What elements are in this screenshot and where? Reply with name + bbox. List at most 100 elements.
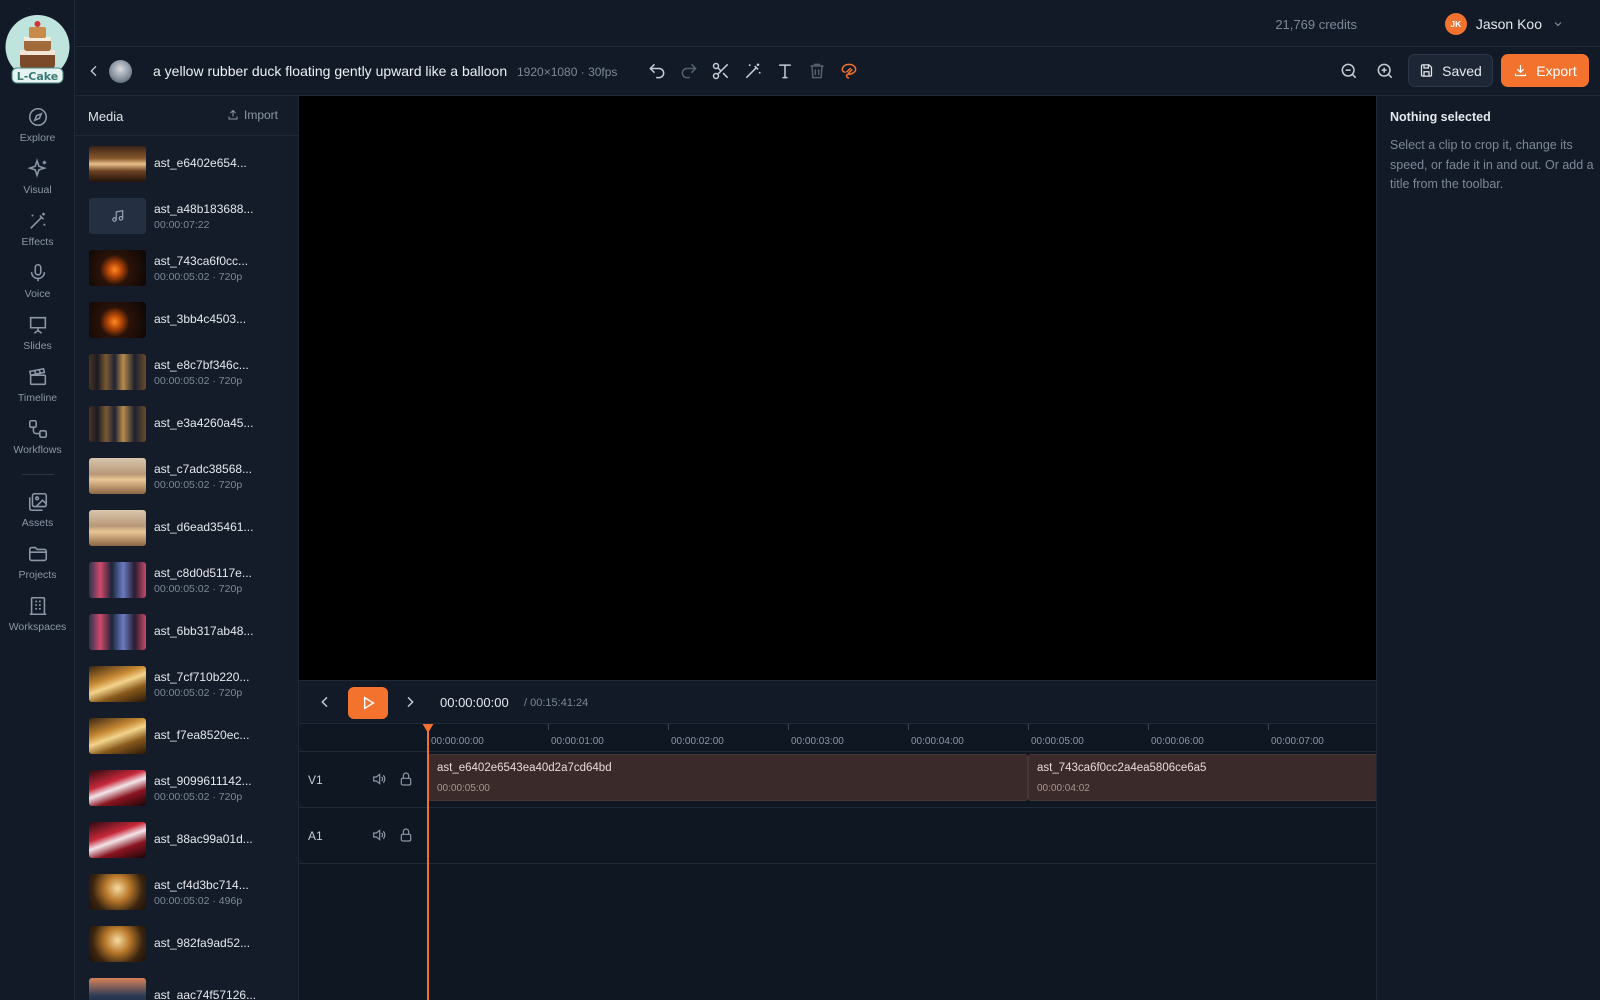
magic-wand-icon: [29, 212, 45, 229]
magic-wand-icon[interactable]: [743, 61, 763, 81]
nav-item-workflows[interactable]: Workflows: [0, 418, 75, 464]
media-item[interactable]: ast_cf4d3bc714... 00:00:05:02 · 496p: [75, 865, 298, 917]
redo-icon[interactable]: [679, 61, 699, 81]
media-item[interactable]: ast_a48b183688... 00:00:07:22: [75, 189, 298, 241]
nav-item-slides[interactable]: Slides: [0, 314, 75, 360]
media-item[interactable]: ast_e3a4260a45...: [75, 397, 298, 449]
lock-icon[interactable]: [398, 771, 414, 787]
media-item-meta: 00:00:05:02 · 720p: [154, 479, 243, 491]
media-item-meta: 00:00:05:02 · 496p: [154, 895, 243, 907]
credits-count: 21,769 credits: [1275, 17, 1357, 32]
ruler-tick: [788, 724, 789, 730]
media-list: ast_e6402e654... ast_a48b183688... 00:00:0…: [75, 137, 298, 1000]
nav-item-projects[interactable]: Projects: [0, 543, 75, 589]
media-item[interactable]: ast_7cf710b220... 00:00:05:02 · 720p: [75, 657, 298, 709]
inspector-title: Nothing selected: [1390, 110, 1491, 124]
saved-button[interactable]: Saved: [1408, 54, 1493, 87]
media-thumbnail: [89, 354, 146, 390]
media-item[interactable]: ast_6bb317ab48...: [75, 605, 298, 657]
nav-item-explore[interactable]: Explore: [0, 106, 75, 152]
media-item-name: ast_e6402e654...: [154, 156, 247, 170]
video-preview[interactable]: [299, 96, 1376, 680]
media-item-name: ast_743ca6f0cc...: [154, 254, 249, 268]
clip-duration: 00:00:05:00: [437, 783, 490, 794]
timeline[interactable]: 00:00:00:00 00:00:01:00 00:00:02:00 00:00:0…: [299, 724, 1376, 1000]
media-item[interactable]: ast_982fa9ad52...: [75, 917, 298, 969]
timeline-ruler[interactable]: 00:00:00:00 00:00:01:00 00:00:02:00 00:00:0…: [299, 724, 1376, 752]
trash-icon[interactable]: [807, 61, 827, 81]
text-icon[interactable]: [775, 61, 795, 81]
sparkles-icon: [26, 158, 47, 178]
lock-icon[interactable]: [398, 827, 414, 843]
lasso-icon[interactable]: [839, 61, 859, 81]
media-item-name: ast_c8d0d5117e...: [154, 566, 252, 580]
avatar: JK: [1444, 13, 1467, 35]
media-thumbnail: [89, 822, 146, 858]
nav-label: Projects: [18, 569, 57, 581]
play-button[interactable]: [348, 687, 388, 719]
nav-item-workspaces[interactable]: Workspaces: [0, 595, 75, 641]
project-title[interactable]: a yellow rubber duck floating gently upw…: [153, 63, 507, 79]
building-icon: [29, 596, 46, 616]
ruler-label: 00:00:03:00: [791, 736, 844, 747]
nav-item-assets[interactable]: Assets: [0, 491, 75, 537]
timeline-clip[interactable]: ast_743ca6f0cc2a4ea5806ce6a5 00:00:04:02: [1028, 754, 1376, 801]
user-name: Jason Koo: [1475, 16, 1542, 32]
media-item[interactable]: ast_c8d0d5117e... 00:00:05:02 · 720p: [75, 553, 298, 605]
l-cake-logo[interactable]: L-Cake: [4, 10, 71, 88]
media-item[interactable]: ast_d6ead35461...: [75, 501, 298, 553]
inspector-hint: Select a clip to crop it, change its spe…: [1390, 138, 1594, 191]
play-icon: [363, 696, 375, 710]
media-item[interactable]: ast_c7adc38568... 00:00:05:02 · 720p: [75, 449, 298, 501]
media-item[interactable]: ast_88ac99a01d...: [75, 813, 298, 865]
import-label: Import: [243, 108, 278, 122]
microphone-icon: [30, 263, 45, 282]
zoom-out-icon[interactable]: [1339, 61, 1359, 81]
volume-icon[interactable]: [371, 771, 387, 787]
undo-icon[interactable]: [647, 61, 667, 81]
media-item[interactable]: ast_f7ea8520ec...: [75, 709, 298, 761]
media-thumbnail: [89, 302, 146, 338]
logo-text: L-Cake: [17, 70, 59, 83]
playhead[interactable]: [427, 724, 429, 1000]
previous-frame-icon[interactable]: [317, 694, 333, 710]
media-item-name: ast_d6ead35461...: [154, 520, 254, 534]
back-chevron-icon[interactable]: [86, 63, 102, 79]
media-item[interactable]: ast_e8c7bf346c... 00:00:05:02 · 720p: [75, 345, 298, 397]
clapperboard-icon: [28, 367, 46, 386]
nav-label: Assets: [21, 517, 54, 529]
media-panel-header: Media Import: [75, 96, 298, 136]
left-nav-rail: L-Cake Explore Visual Effects Voice Slid…: [0, 0, 75, 1000]
track-label: A1: [308, 829, 323, 843]
media-panel-title: Media: [88, 109, 124, 124]
next-frame-icon[interactable]: [402, 694, 418, 710]
scissors-icon[interactable]: [711, 61, 731, 81]
transport-bar: 00:00:00:00 / 00:15:41:24: [299, 680, 1376, 724]
nav-label: Slides: [23, 340, 52, 352]
export-button[interactable]: Export: [1501, 54, 1589, 87]
zoom-in-icon[interactable]: [1375, 61, 1395, 81]
nav-item-timeline[interactable]: Timeline: [0, 366, 75, 412]
playhead-handle[interactable]: [422, 724, 434, 733]
folder-icon: [28, 546, 47, 562]
nav-item-voice[interactable]: Voice: [0, 262, 75, 308]
media-item[interactable]: ast_e6402e654...: [75, 137, 298, 189]
nav-label: Workflows: [13, 444, 62, 456]
media-item[interactable]: ast_743ca6f0cc... 00:00:05:02 · 720p: [75, 241, 298, 293]
volume-icon[interactable]: [371, 827, 387, 843]
track-a1: A1: [299, 808, 1376, 864]
nav-item-visual[interactable]: Visual: [0, 158, 75, 204]
media-item-name: ast_6bb317ab48...: [154, 624, 254, 638]
nav-divider: [22, 474, 54, 475]
media-item[interactable]: ast_aac74f57126...: [75, 969, 298, 1000]
import-button[interactable]: Import: [227, 108, 278, 122]
timeline-clip[interactable]: ast_e6402e6543ea40d2a7cd64bd 00:00:05:00: [428, 754, 1028, 801]
project-meta: 1920×1080 · 30fps: [517, 65, 618, 79]
user-menu[interactable]: JK Jason Koo: [1444, 11, 1564, 37]
nav-label: Voice: [24, 288, 51, 300]
media-thumbnail: [89, 458, 146, 494]
media-item[interactable]: ast_3bb4c4503...: [75, 293, 298, 345]
media-item-name: ast_f7ea8520ec...: [154, 728, 250, 742]
media-item[interactable]: ast_9099611142... 00:00:05:02 · 720p: [75, 761, 298, 813]
nav-item-effects[interactable]: Effects: [0, 210, 75, 256]
